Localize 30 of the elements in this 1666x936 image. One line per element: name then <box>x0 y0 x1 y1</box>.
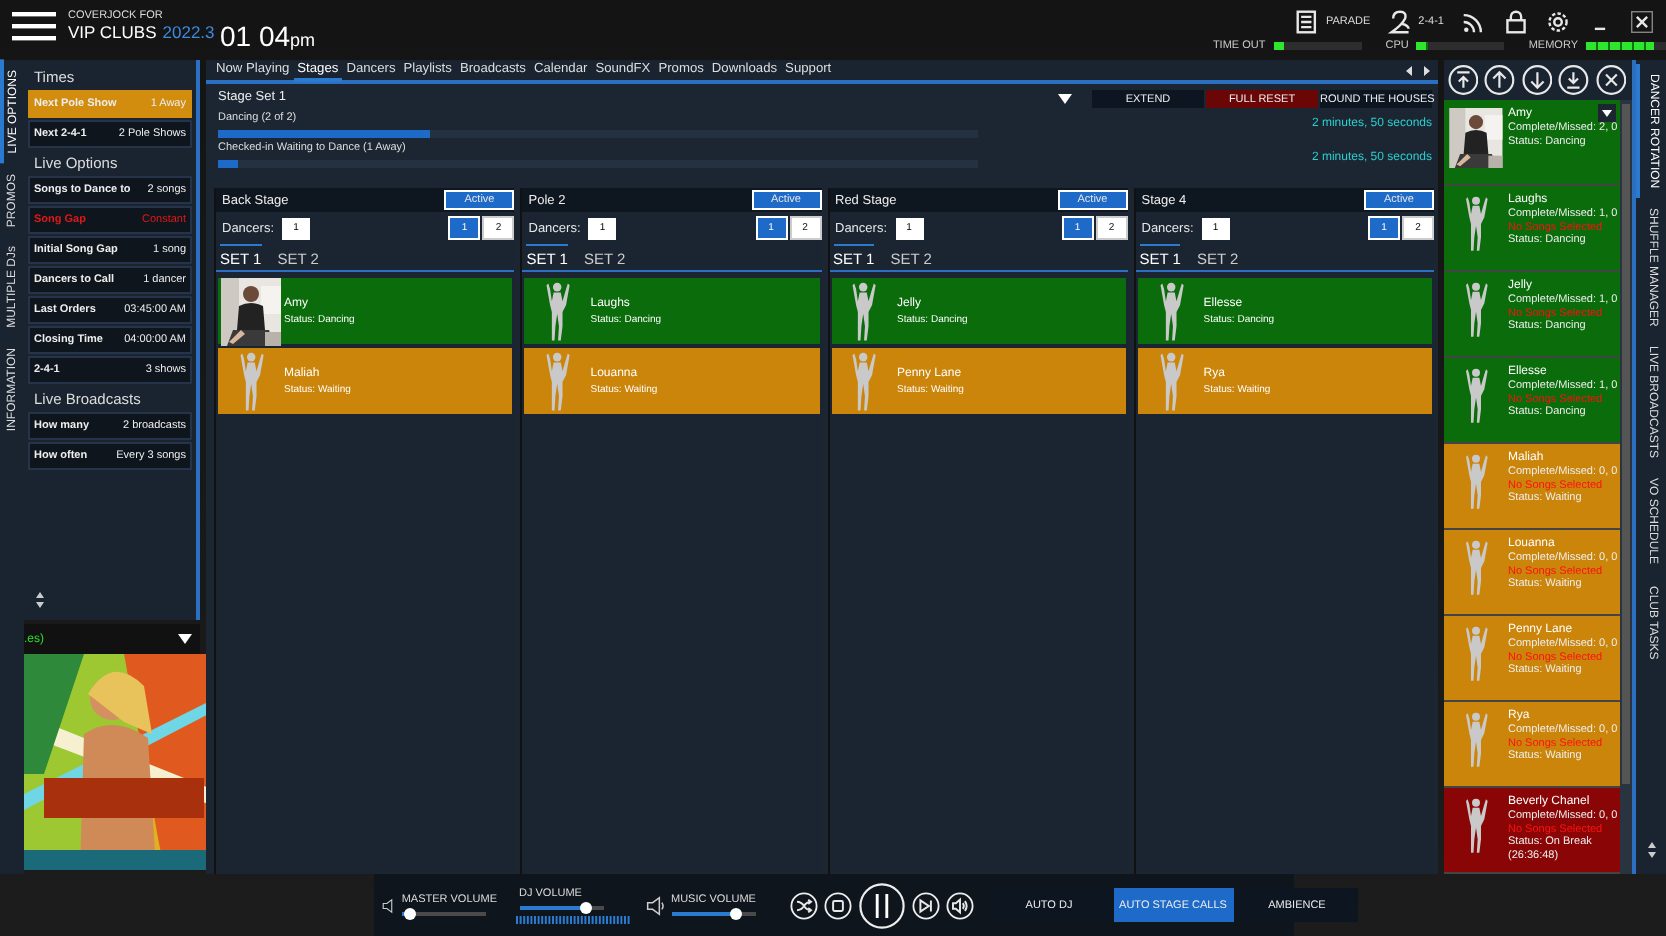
scroll-arrows-icon[interactable] <box>1647 842 1655 858</box>
settings-icon[interactable] <box>1546 7 1570 35</box>
arrow-up-icon[interactable] <box>1484 64 1516 96</box>
move-to-bottom-icon[interactable] <box>1558 64 1590 96</box>
move-to-top-icon[interactable] <box>1448 64 1479 96</box>
dropdown-icon[interactable] <box>1598 104 1616 122</box>
scroll-arrows-icon[interactable] <box>36 592 44 608</box>
scrollbar[interactable] <box>1620 100 1632 874</box>
speaker-icon <box>381 893 396 917</box>
arrow-down-icon[interactable] <box>1521 64 1553 96</box>
level-meter-drawing <box>515 915 631 923</box>
dropdown-icon[interactable] <box>1058 94 1072 104</box>
lock-icon[interactable] <box>1504 7 1528 35</box>
clock-meridiem: pm <box>290 30 316 50</box>
dropdown-icon[interactable] <box>178 634 192 644</box>
close-icon[interactable] <box>1630 7 1654 35</box>
app-name: VIP CLUBS <box>68 22 157 42</box>
speaker-icon <box>645 893 665 917</box>
shuffle-icon[interactable] <box>789 891 817 919</box>
stop-icon[interactable] <box>823 891 851 919</box>
scroll-arrows-icon[interactable] <box>1406 65 1430 75</box>
meter-bar <box>1586 42 1666 50</box>
speaker-icon[interactable] <box>945 891 973 919</box>
swirl-icon <box>1388 7 1413 35</box>
pause-icon[interactable] <box>857 881 905 929</box>
list-icon <box>1295 7 1320 35</box>
clock-time: 01 04 <box>220 20 291 52</box>
menu-icon[interactable] <box>12 10 56 42</box>
skip-forward-icon[interactable] <box>911 891 939 919</box>
version-label: 2022.3 <box>162 22 215 42</box>
